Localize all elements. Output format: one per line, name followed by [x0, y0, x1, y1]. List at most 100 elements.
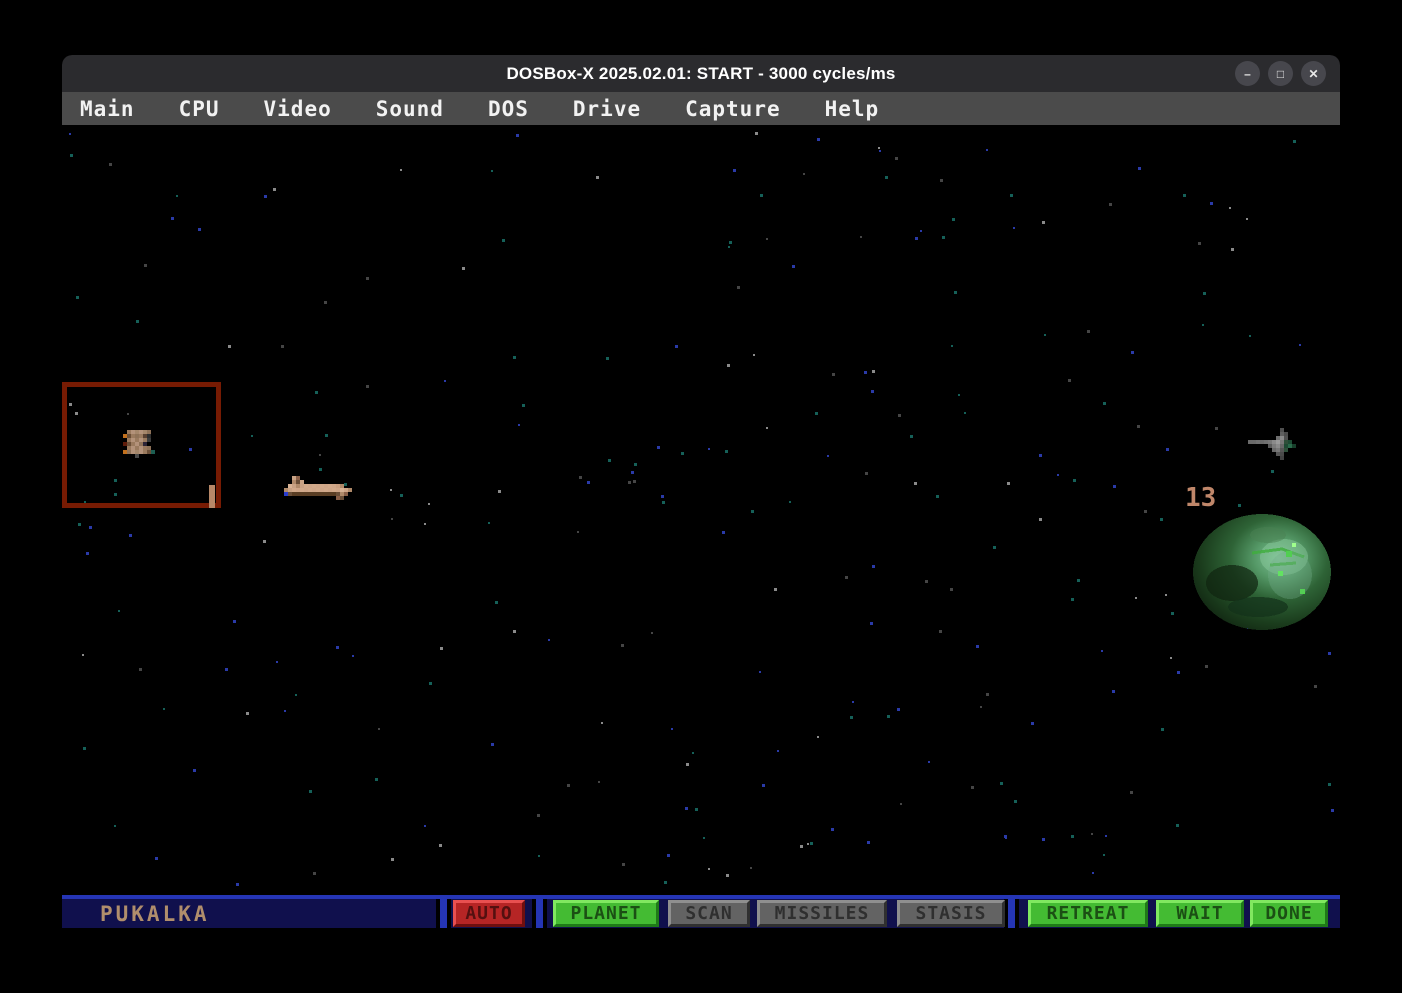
star	[315, 391, 318, 394]
star	[850, 716, 853, 719]
star	[366, 385, 369, 388]
star	[845, 576, 848, 579]
window-controls: –□ ✕	[1235, 55, 1326, 92]
star	[1166, 448, 1169, 451]
star	[759, 671, 761, 673]
star	[681, 452, 684, 455]
star	[428, 503, 430, 505]
enemy-ship-sprite	[1248, 428, 1296, 460]
star	[608, 459, 611, 462]
star	[915, 237, 918, 240]
star	[971, 786, 974, 789]
star	[1170, 657, 1172, 659]
star	[928, 761, 930, 763]
star	[488, 522, 490, 524]
star	[950, 588, 953, 591]
star	[89, 526, 92, 529]
star	[577, 531, 579, 533]
star	[898, 414, 901, 417]
hud-bar: PUKALKA AUTO PLANET SCAN MISSILES STASIS RETR…	[62, 895, 1340, 928]
star	[703, 837, 705, 839]
star	[1000, 782, 1003, 785]
star	[601, 722, 603, 724]
star	[986, 693, 989, 696]
done-button[interactable]: DONE	[1250, 900, 1328, 927]
star	[198, 228, 201, 231]
star	[1042, 221, 1045, 224]
menu-item-dos[interactable]: DOS	[488, 97, 529, 121]
star	[726, 874, 729, 877]
star	[1087, 330, 1090, 333]
star	[1314, 685, 1317, 688]
star	[462, 267, 465, 270]
star	[155, 857, 158, 860]
star	[939, 630, 942, 633]
wait-button[interactable]: WAIT	[1156, 900, 1244, 927]
star	[1113, 485, 1116, 488]
star	[82, 654, 84, 656]
hud-separator	[1004, 899, 1019, 928]
minimize-button[interactable]: –	[1235, 61, 1260, 86]
star	[872, 370, 875, 373]
planet-button[interactable]: PLANET	[553, 900, 659, 927]
retreat-button[interactable]: RETREAT	[1028, 900, 1148, 927]
star	[832, 373, 835, 376]
star	[1105, 835, 1107, 837]
menu-item-main[interactable]: Main	[80, 97, 135, 121]
star	[171, 217, 174, 220]
maximize-button[interactable]: □	[1268, 61, 1293, 86]
menu-item-drive[interactable]: Drive	[573, 97, 641, 121]
missiles-button[interactable]: MISSILES	[757, 900, 887, 927]
star	[807, 843, 809, 845]
player-selection-box	[62, 382, 221, 508]
star	[662, 501, 665, 504]
star	[440, 647, 443, 650]
star	[1071, 598, 1074, 601]
star	[789, 501, 791, 503]
star	[952, 218, 955, 221]
star	[518, 424, 520, 426]
star	[109, 163, 112, 166]
star	[760, 194, 763, 197]
escort-ship-sprite	[284, 476, 352, 500]
star	[336, 646, 339, 649]
star	[86, 552, 89, 555]
auto-button[interactable]: AUTO	[453, 900, 525, 927]
title-bar[interactable]: DOSBox-X 2025.02.01: START - 3000 cycles…	[62, 55, 1340, 92]
menu-item-help[interactable]: Help	[825, 97, 880, 121]
close-button[interactable]: ✕	[1301, 61, 1326, 86]
menu-item-sound[interactable]: Sound	[376, 97, 444, 121]
star	[567, 784, 570, 787]
star	[139, 668, 142, 671]
star	[325, 434, 328, 437]
star	[579, 476, 582, 479]
star	[1077, 579, 1080, 582]
star	[1229, 207, 1231, 209]
star	[598, 781, 600, 783]
star	[815, 412, 818, 415]
menu-item-cpu[interactable]: CPU	[179, 97, 220, 121]
star	[324, 301, 327, 304]
star	[319, 468, 322, 471]
ship-name-label: PUKALKA	[100, 902, 210, 926]
star	[391, 858, 394, 861]
star	[83, 747, 86, 750]
menu-item-video[interactable]: Video	[264, 97, 332, 121]
star	[391, 518, 393, 520]
star	[622, 863, 625, 866]
star	[897, 708, 900, 711]
star	[1246, 218, 1248, 220]
star	[516, 134, 519, 137]
scan-button[interactable]: SCAN	[668, 900, 750, 927]
star	[1112, 690, 1115, 693]
stasis-button[interactable]: STASIS	[897, 900, 1005, 927]
star	[910, 435, 913, 438]
star	[817, 736, 819, 738]
star	[375, 778, 378, 781]
star	[1249, 335, 1251, 337]
star	[864, 371, 867, 374]
star	[444, 380, 446, 382]
menu-item-capture[interactable]: Capture	[685, 97, 781, 121]
star	[867, 841, 870, 844]
star	[831, 828, 834, 831]
